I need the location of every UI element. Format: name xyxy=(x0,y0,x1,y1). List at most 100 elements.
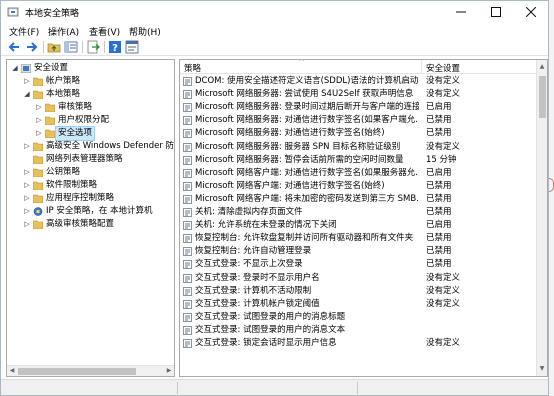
tree-item-label: 本地策略 xyxy=(46,89,81,99)
tree-item[interactable]: ▷ 高级安全 Windows Defender 防火墙 xyxy=(7,140,174,153)
scroll-up-arrow-icon[interactable]: ▲ xyxy=(537,62,547,72)
collapsed-arrow-icon[interactable]: ▷ xyxy=(23,75,31,88)
policy-name: 交互式登录: 试图登录的用户的消息标题 xyxy=(195,311,346,322)
policy-row[interactable]: Microsoft 网络服务器: 对通信进行数字签名(始终) 已禁用 xyxy=(180,127,536,140)
expanded-arrow-icon[interactable]: ◢ xyxy=(11,62,19,75)
policy-row[interactable]: Microsoft 网络客户端: 对通信进行数字签名(如果服务器允... 已启用 xyxy=(180,167,536,180)
menu-action[interactable]: 操作(A) xyxy=(48,25,79,38)
policy-setting: 已启用 xyxy=(426,220,452,231)
export-list-icon[interactable] xyxy=(86,40,101,54)
tree-item-label: 安全设置 xyxy=(34,63,69,73)
properties-icon[interactable] xyxy=(125,40,139,54)
menu-view[interactable]: 查看(V) xyxy=(89,25,120,38)
tree-item[interactable]: ◢ 本地策略 xyxy=(7,88,174,101)
tree-item-label: 用户权限分配 xyxy=(58,115,110,125)
minimize-icon[interactable] xyxy=(444,1,478,23)
scroll-down-arrow-icon[interactable]: ▼ xyxy=(537,364,547,374)
policy-row[interactable]: 交互式登录: 计算机不活动限制 没有定义 xyxy=(180,285,536,298)
expanded-arrow-icon[interactable]: ◢ xyxy=(23,88,31,101)
folder-icon xyxy=(32,90,44,100)
tree-item[interactable]: ▷ 帐户策略 xyxy=(7,75,174,88)
tree-item[interactable]: ▷ 安全选项 xyxy=(7,126,174,141)
policy-row[interactable]: Microsoft 网络服务器: 登录时间过期后断开与客户端的连接 已启用 xyxy=(180,101,536,114)
column-divider[interactable] xyxy=(421,60,422,74)
tree-item[interactable]: ▷ 应用程序控制策略 xyxy=(7,192,174,205)
policy-row[interactable]: Microsoft 网络服务器: 暂停会话前所需的空闲时间数量 15 分钟 xyxy=(180,154,536,167)
policy-row[interactable]: Microsoft 网络服务器: 对通信进行数字签名(如果客户端允... 已禁用 xyxy=(180,114,536,127)
policy-name: Microsoft 网络服务器: 尝试使用 S4U2Self 获取声明信息 xyxy=(195,89,414,100)
folder-icon xyxy=(44,129,56,139)
scroll-left-arrow-icon[interactable]: ◀ xyxy=(7,366,17,376)
tree-item[interactable]: ▷ 高级审核策略配置 xyxy=(7,218,174,231)
policy-row[interactable]: Microsoft 网络客户端: 对通信进行数字签名(始终) 已禁用 xyxy=(180,180,536,193)
policy-row[interactable]: Microsoft 网络服务器: 尝试使用 S4U2Self 获取声明信息 没有定… xyxy=(180,88,536,101)
title-bar[interactable]: 本地安全策略 xyxy=(1,1,548,23)
collapsed-arrow-icon[interactable]: ▷ xyxy=(23,140,31,153)
menu-bar: 文件(F) 操作(A) 查看(V) 帮助(H) xyxy=(1,23,548,39)
back-icon[interactable] xyxy=(7,40,21,54)
policy-row[interactable]: 交互式登录: 试图登录的用户的消息文本 xyxy=(180,324,536,337)
policy-icon xyxy=(183,312,192,322)
show-hide-tree-icon[interactable] xyxy=(64,40,78,54)
tree-item[interactable]: ▷ 软件限制策略 xyxy=(7,179,174,192)
forward-icon[interactable] xyxy=(25,40,39,54)
policy-setting: 已禁用 xyxy=(426,180,452,191)
tree-item[interactable]: ▷ 用户权限分配 xyxy=(7,114,174,127)
tree-item[interactable]: ▷ IP 安全策略，在 本地计算机 xyxy=(7,205,174,218)
policy-setting: 没有定义 xyxy=(426,272,461,283)
policy-icon xyxy=(183,247,192,257)
menu-file[interactable]: 文件(F) xyxy=(9,25,39,38)
toolbar: ? xyxy=(1,39,548,56)
policy-setting: 已禁用 xyxy=(426,193,452,204)
list-vertical-scrollbar[interactable]: ▲ ▼ xyxy=(536,60,547,376)
collapsed-arrow-icon[interactable]: ▷ xyxy=(35,114,43,127)
collapsed-arrow-icon[interactable]: ▷ xyxy=(35,127,43,140)
policy-row[interactable]: 交互式登录: 锁定会话时显示用户信息 没有定义 xyxy=(180,337,536,350)
policy-row[interactable]: 关机: 允许系统在未登录的情况下关闭 已启用 xyxy=(180,219,536,232)
list-scroll-thumb[interactable] xyxy=(539,76,546,118)
policy-row[interactable]: 交互式登录: 试图登录的用户的消息标题 xyxy=(180,311,536,324)
help-icon[interactable]: ? xyxy=(108,40,122,54)
policy-icon xyxy=(183,90,192,99)
tree-horizontal-scrollbar[interactable]: ◀ ▶ xyxy=(7,365,174,376)
policy-row[interactable]: Microsoft 网络服务器: 服务器 SPN 目标名称验证级别 没有定义 xyxy=(180,141,536,154)
policy-icon xyxy=(183,129,192,139)
tree-item[interactable]: 网络列表管理器策略 xyxy=(7,153,174,166)
collapsed-arrow-icon[interactable]: ▷ xyxy=(23,192,31,205)
policy-row[interactable]: 交互式登录: 登录时不显示用户名 没有定义 xyxy=(180,272,536,285)
policy-row[interactable]: 交互式登录: 不显示上次登录 已禁用 xyxy=(180,258,536,271)
collapsed-arrow-icon[interactable]: ▷ xyxy=(35,101,43,114)
policy-icon xyxy=(183,221,192,230)
collapsed-arrow-icon[interactable]: ▷ xyxy=(23,166,31,179)
scroll-right-arrow-icon[interactable]: ▶ xyxy=(164,366,174,376)
tree-item[interactable]: ▷ 审核策略 xyxy=(7,101,174,114)
column-header-security-setting[interactable]: 安全设置 xyxy=(426,62,460,74)
policy-row[interactable]: 交互式登录: 计算机帐户锁定阈值 没有定义 xyxy=(180,298,536,311)
collapsed-arrow-icon[interactable]: ▷ xyxy=(23,179,31,192)
policy-row[interactable]: 关机: 清除虚拟内存页面文件 已禁用 xyxy=(180,206,536,219)
tree-item[interactable]: ▷ 公钥策略 xyxy=(7,166,174,179)
up-folder-icon[interactable] xyxy=(47,40,61,54)
policy-row[interactable]: Microsoft 网络客户端: 将未加密的密码发送到第三方 SMB... 已禁用 xyxy=(180,193,536,206)
tree-scroll-thumb[interactable] xyxy=(18,368,136,375)
policy-icon xyxy=(183,194,192,204)
collapsed-arrow-icon[interactable]: ▷ xyxy=(23,205,31,218)
collapsed-arrow-icon[interactable]: ▷ xyxy=(23,218,31,231)
policy-row[interactable]: DCOM: 使用安全描述符定义语言(SDDL)语法的计算机启动... 没有定义 xyxy=(180,75,536,88)
maximize-icon[interactable] xyxy=(479,1,513,23)
menu-help[interactable]: 帮助(H) xyxy=(129,25,161,38)
close-icon[interactable] xyxy=(514,1,548,23)
policy-name: 恢复控制台: 允许自动管理登录 xyxy=(195,246,312,257)
folder-icon xyxy=(32,142,44,152)
folder-icon xyxy=(32,220,44,230)
policy-row[interactable]: 恢复控制台: 允许软盘复制并访问所有驱动器和所有文件夹 已禁用 xyxy=(180,232,536,245)
tree-item[interactable]: ◢ 安全设置 xyxy=(7,62,174,75)
window-title: 本地安全策略 xyxy=(25,9,80,19)
policy-name: Microsoft 网络客户端: 对通信进行数字签名(始终) xyxy=(195,180,385,191)
policy-setting: 没有定义 xyxy=(426,338,461,348)
folder-icon xyxy=(32,181,44,191)
policy-row[interactable]: 恢复控制台: 允许自动管理登录 已禁用 xyxy=(180,245,536,258)
policy-icon xyxy=(183,181,192,191)
navigation-tree: ◢ 安全设置 ▷ 帐户策略 ◢ 本地策略 ▷ 审核策略 ▷ 用户权限分配 ▷ 安全选项 ▷ 高级安全 Wi… xyxy=(6,59,175,377)
column-header-policy[interactable]: 策略 xyxy=(184,62,201,74)
